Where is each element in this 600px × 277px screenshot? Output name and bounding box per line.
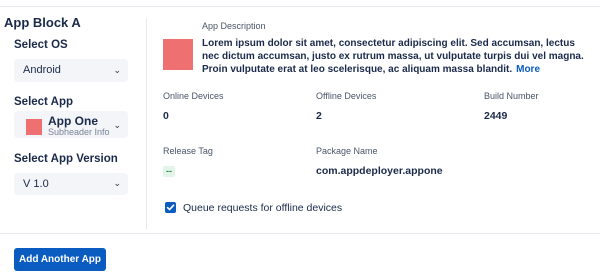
- release-tag-label: Release Tag: [163, 146, 213, 156]
- app-block-panel: App Block A Select OS Android ⌄ Select A…: [0, 0, 146, 233]
- version-select[interactable]: V 1.0 ⌄: [14, 173, 128, 195]
- chevron-down-icon: ⌄: [113, 65, 121, 75]
- os-select-value: Android: [23, 64, 61, 76]
- description-text: Lorem ipsum dolor sit amet, consectetur …: [202, 37, 594, 76]
- release-tag-badge: --: [163, 166, 175, 177]
- offline-devices-label: Offline Devices: [316, 91, 377, 101]
- queue-checkbox-label[interactable]: Queue requests for offline devices: [183, 202, 342, 214]
- app-icon: [26, 119, 42, 135]
- online-devices-value: 0: [163, 110, 169, 122]
- add-another-app-button[interactable]: Add Another App: [14, 248, 106, 271]
- block-title: App Block A: [4, 15, 81, 30]
- app-label: Select App: [14, 96, 74, 108]
- offline-devices-value: 2: [316, 110, 322, 122]
- online-devices-label: Online Devices: [163, 91, 224, 101]
- footer-divider: [0, 233, 600, 234]
- app-select-name: App One: [48, 114, 98, 128]
- description-label: App Description: [202, 21, 266, 31]
- more-link[interactable]: More: [516, 64, 540, 75]
- version-label: Select App Version: [14, 153, 118, 165]
- checkmark-icon: [166, 204, 175, 211]
- os-select[interactable]: Android ⌄: [14, 59, 128, 82]
- chevron-down-icon: ⌄: [113, 178, 121, 188]
- version-select-value: V 1.0: [23, 178, 49, 190]
- package-name-label: Package Name: [316, 146, 378, 156]
- chevron-down-icon: ⌄: [113, 120, 121, 130]
- app-description-icon: [163, 39, 193, 70]
- build-number-value: 2449: [484, 110, 508, 122]
- panel-divider: [146, 18, 147, 229]
- app-select[interactable]: App One Subheader Info ⌄: [14, 111, 128, 138]
- build-number-label: Build Number: [484, 91, 539, 101]
- app-select-subheader: Subheader Info: [48, 127, 110, 137]
- os-label: Select OS: [14, 39, 68, 51]
- package-name-value: com.appdeployer.appone: [316, 165, 443, 177]
- queue-checkbox[interactable]: [165, 202, 176, 213]
